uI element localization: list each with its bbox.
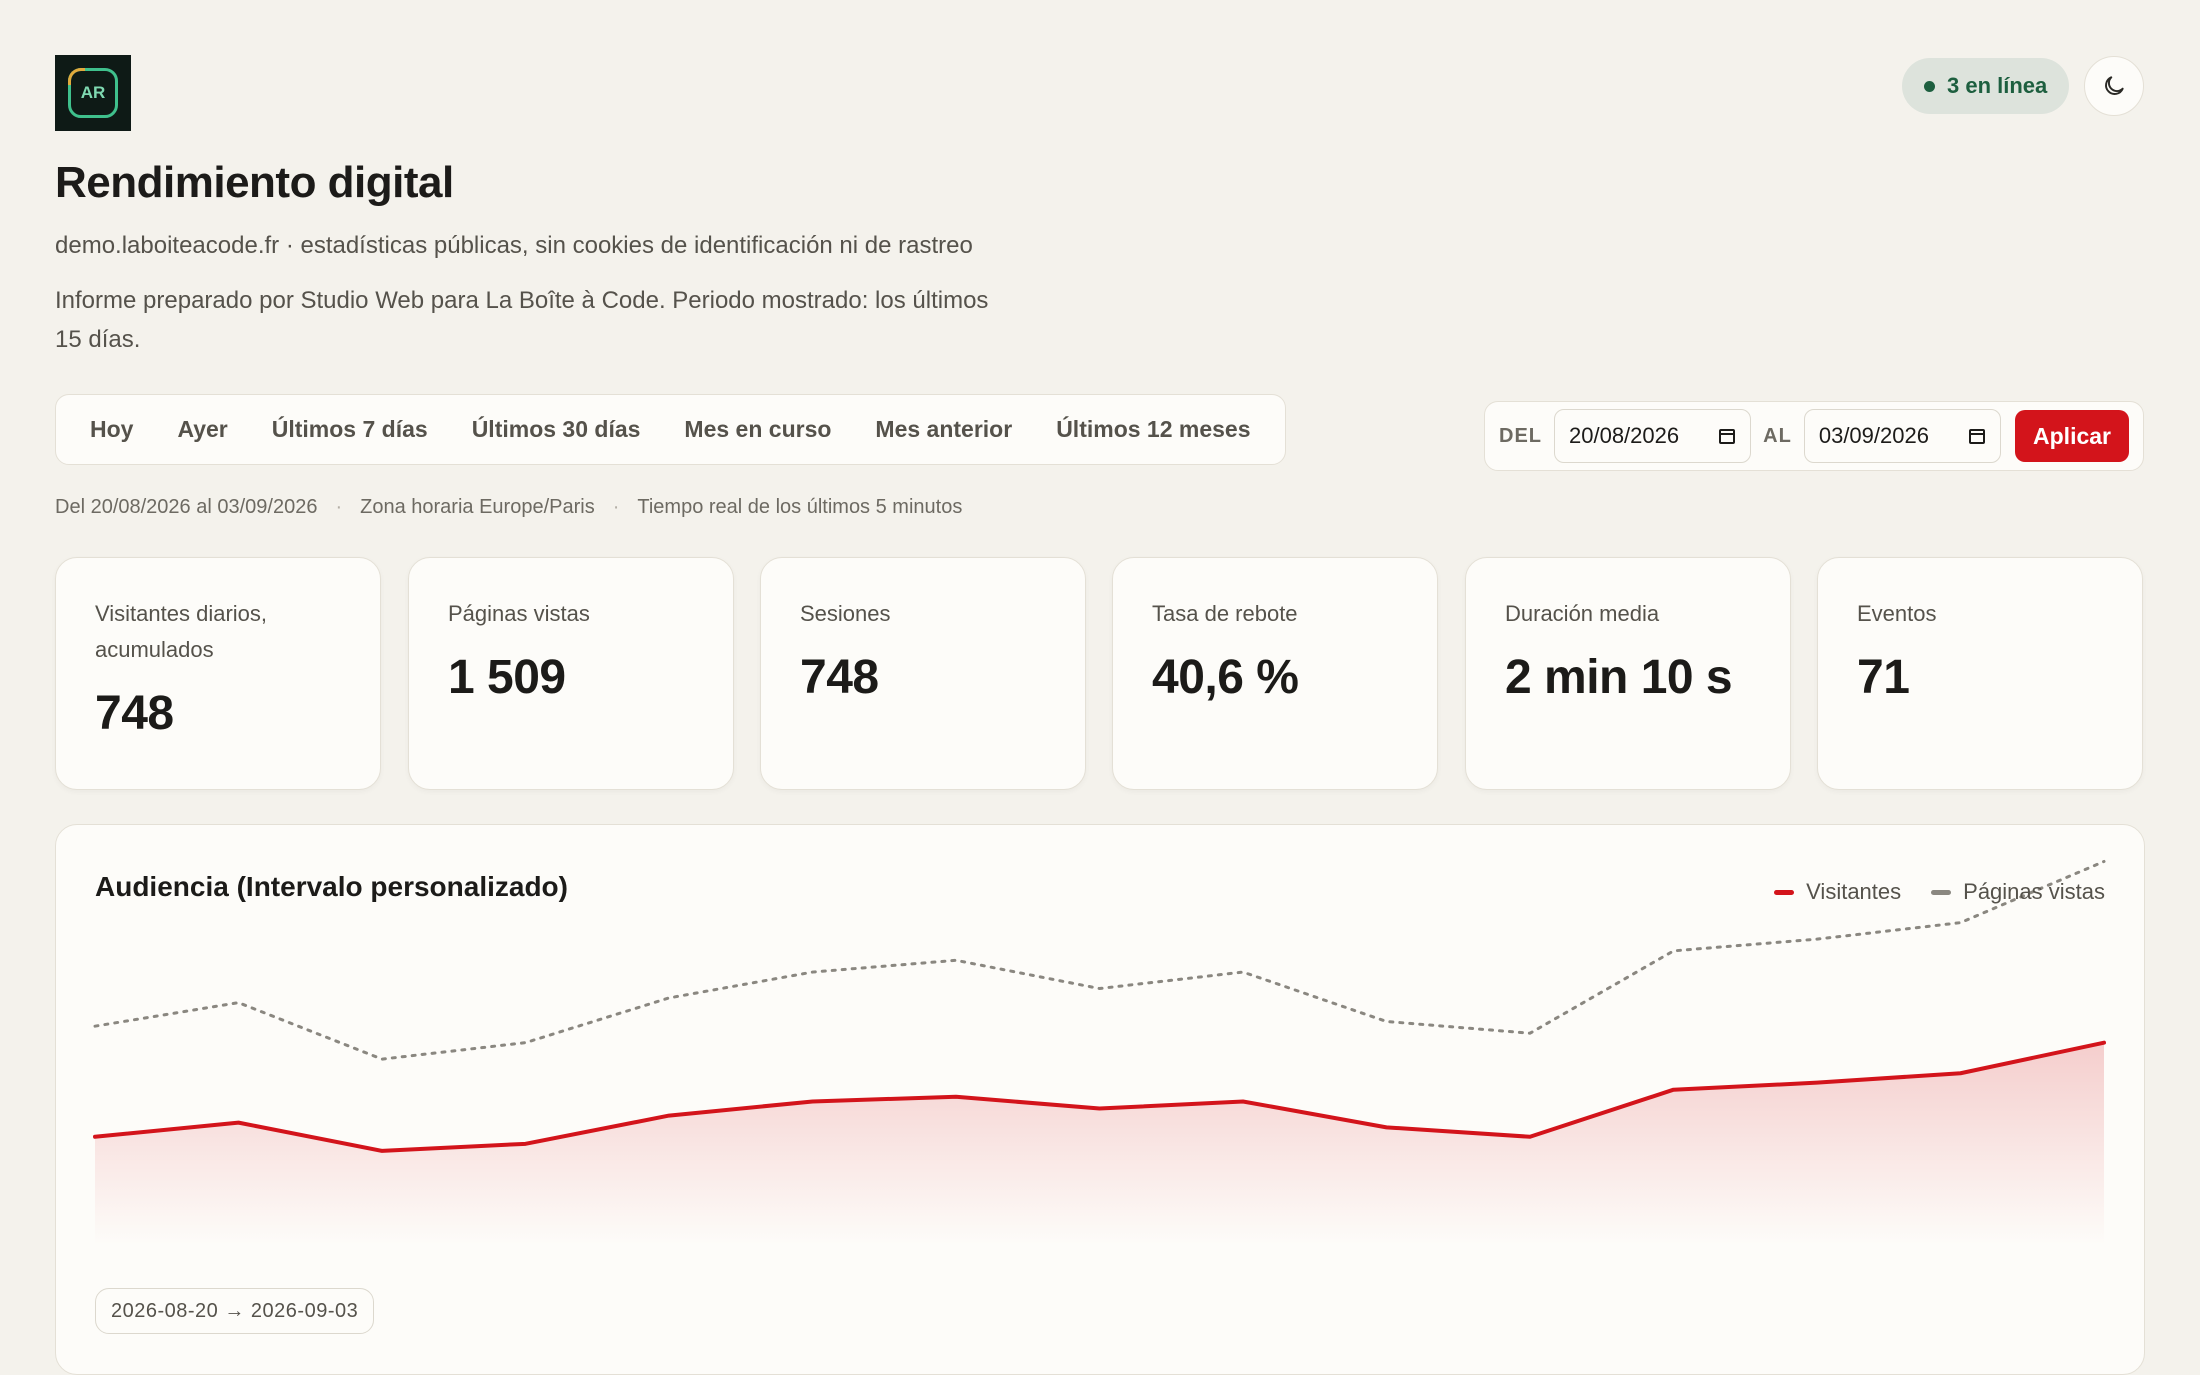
visitors-point[interactable] bbox=[1381, 1121, 1393, 1133]
visitors-point[interactable] bbox=[1955, 1067, 1967, 1079]
visitors-point[interactable] bbox=[1524, 1131, 1536, 1143]
kpi-card-avg-duration: Duración media 2 min 10 s bbox=[1465, 557, 1791, 790]
kpi-label: Páginas vistas bbox=[448, 601, 590, 626]
kpi-label: Eventos bbox=[1857, 601, 1937, 626]
meta-separator: · bbox=[612, 496, 620, 518]
visitors-point[interactable] bbox=[376, 1145, 388, 1157]
pageviews-point[interactable] bbox=[233, 997, 245, 1009]
pageviews-point[interactable] bbox=[2098, 855, 2110, 867]
calendar-icon bbox=[1969, 429, 1986, 444]
calendar-icon bbox=[1719, 429, 1736, 444]
to-date-value: 03/09/2026 bbox=[1818, 423, 1929, 448]
kpi-label: Duración media bbox=[1505, 601, 1660, 626]
kpi-label: Tasa de rebote bbox=[1152, 601, 1298, 626]
visitors-point[interactable] bbox=[1094, 1103, 1106, 1115]
pageviews-point[interactable] bbox=[520, 1037, 532, 1049]
pageviews-point[interactable] bbox=[1094, 983, 1106, 995]
pageviews-point[interactable] bbox=[1524, 1027, 1536, 1039]
visitors-point[interactable] bbox=[1811, 1077, 1823, 1089]
pageviews-point[interactable] bbox=[663, 992, 675, 1004]
kpi-card-visitors: Visitantes diarios, acumulados 748 bbox=[55, 557, 381, 790]
preset-last-7-days[interactable]: Últimos 7 días bbox=[250, 416, 450, 443]
page-subtitle: demo.laboiteacode.fr · estadísticas públ… bbox=[55, 232, 973, 259]
preset-yesterday[interactable]: Ayer bbox=[155, 416, 249, 443]
visitors-point[interactable] bbox=[520, 1138, 532, 1150]
visitors-point[interactable] bbox=[807, 1095, 819, 1107]
pageviews-point[interactable] bbox=[376, 1053, 388, 1065]
legend-label-pageviews: Páginas vistas bbox=[1963, 879, 2105, 904]
logo-mark: AR bbox=[68, 68, 118, 118]
preset-today[interactable]: Hoy bbox=[68, 416, 155, 443]
report-description: Informe preparado por Studio Web para La… bbox=[55, 287, 989, 353]
page-title: Rendimiento digital bbox=[55, 158, 454, 207]
visitors-point[interactable] bbox=[233, 1117, 245, 1129]
kpi-value: 1 509 bbox=[448, 651, 566, 704]
apply-button[interactable]: Aplicar bbox=[2015, 410, 2129, 462]
chart-range-chip: 2026-08-20 → 2026-09-03 bbox=[95, 1288, 375, 1334]
legend-item-pageviews: Páginas vistas bbox=[1931, 879, 2105, 905]
kpi-card-pageviews: Páginas vistas 1 509 bbox=[408, 557, 734, 790]
custom-date-range: DEL 20/08/2026 AL 03/09/2026 Aplicar bbox=[1484, 401, 2144, 471]
pageviews-point[interactable] bbox=[1811, 933, 1823, 945]
preset-last-12-months[interactable]: Últimos 12 meses bbox=[1034, 416, 1272, 443]
preset-current-month[interactable]: Mes en curso bbox=[662, 416, 853, 443]
pageviews-point[interactable] bbox=[89, 1020, 101, 1032]
pageviews-point[interactable] bbox=[807, 966, 819, 978]
kpi-value: 748 bbox=[95, 687, 174, 740]
kpi-label: Sesiones bbox=[800, 601, 891, 626]
meta-timezone: Zona horaria Europe/Paris bbox=[360, 496, 595, 518]
moon-icon bbox=[2105, 76, 2124, 95]
kpi-value: 40,6 % bbox=[1152, 651, 1299, 704]
visitors-area bbox=[95, 1042, 2104, 1245]
legend-label-visitors: Visitantes bbox=[1806, 879, 1902, 904]
visitors-point[interactable] bbox=[1237, 1095, 1249, 1107]
from-date-input[interactable]: 20/08/2026 bbox=[1554, 409, 1752, 463]
theme-toggle-button[interactable] bbox=[2084, 56, 2144, 116]
pageviews-point[interactable] bbox=[1381, 1015, 1393, 1027]
audience-chart-card: Audiencia (Intervalo personalizado) Visi… bbox=[55, 824, 2145, 1375]
kpi-value: 2 min 10 s bbox=[1505, 651, 1733, 704]
visitors-point[interactable] bbox=[950, 1091, 962, 1103]
kpi-label: Visitantes diarios, acumulados bbox=[95, 601, 268, 662]
to-label: AL bbox=[1763, 424, 1792, 447]
pageviews-point[interactable] bbox=[1668, 945, 1680, 957]
chart-legend: Visitantes Páginas vistas bbox=[1774, 879, 2105, 905]
kpi-card-bounce-rate: Tasa de rebote 40,6 % bbox=[1112, 557, 1438, 790]
online-dot-icon bbox=[1924, 80, 1935, 92]
meta-realtime: Tiempo real de los últimos 5 minutos bbox=[637, 496, 963, 518]
kpi-value: 748 bbox=[800, 651, 879, 704]
kpi-value: 71 bbox=[1857, 651, 1910, 704]
meta-separator: · bbox=[335, 496, 343, 518]
legend-swatch-pageviews bbox=[1931, 889, 1952, 895]
visitors-point[interactable] bbox=[89, 1131, 101, 1143]
online-label: 3 en línea bbox=[1947, 73, 2048, 98]
from-label: DEL bbox=[1499, 424, 1542, 447]
online-now-badge: 3 en línea bbox=[1902, 58, 2070, 114]
preset-last-30-days[interactable]: Últimos 30 días bbox=[450, 416, 663, 443]
visitors-point[interactable] bbox=[663, 1110, 675, 1122]
range-meta: Del 20/08/2026 al 03/09/2026 · Zona hora… bbox=[55, 496, 962, 519]
pageviews-point[interactable] bbox=[1237, 966, 1249, 978]
kpi-card-events: Eventos 71 bbox=[1817, 557, 2143, 790]
legend-item-visitors: Visitantes bbox=[1774, 879, 1901, 905]
preset-previous-month[interactable]: Mes anterior bbox=[853, 416, 1034, 443]
visitors-point[interactable] bbox=[1668, 1084, 1680, 1096]
pageviews-point[interactable] bbox=[950, 954, 962, 966]
meta-range: Del 20/08/2026 al 03/09/2026 bbox=[55, 496, 318, 518]
chart-title: Audiencia (Intervalo personalizado) bbox=[95, 871, 568, 902]
to-date-input[interactable]: 03/09/2026 bbox=[1803, 409, 2002, 463]
visitors-point[interactable] bbox=[2098, 1037, 2110, 1049]
period-presets: Hoy Ayer Últimos 7 días Últimos 30 días … bbox=[55, 394, 1286, 465]
pageviews-point[interactable] bbox=[1955, 917, 1967, 929]
legend-swatch-visitors bbox=[1774, 889, 1795, 895]
kpi-card-sessions: Sesiones 748 bbox=[760, 557, 1086, 790]
brand-logo: AR bbox=[55, 55, 131, 131]
from-date-value: 20/08/2026 bbox=[1569, 423, 1680, 448]
